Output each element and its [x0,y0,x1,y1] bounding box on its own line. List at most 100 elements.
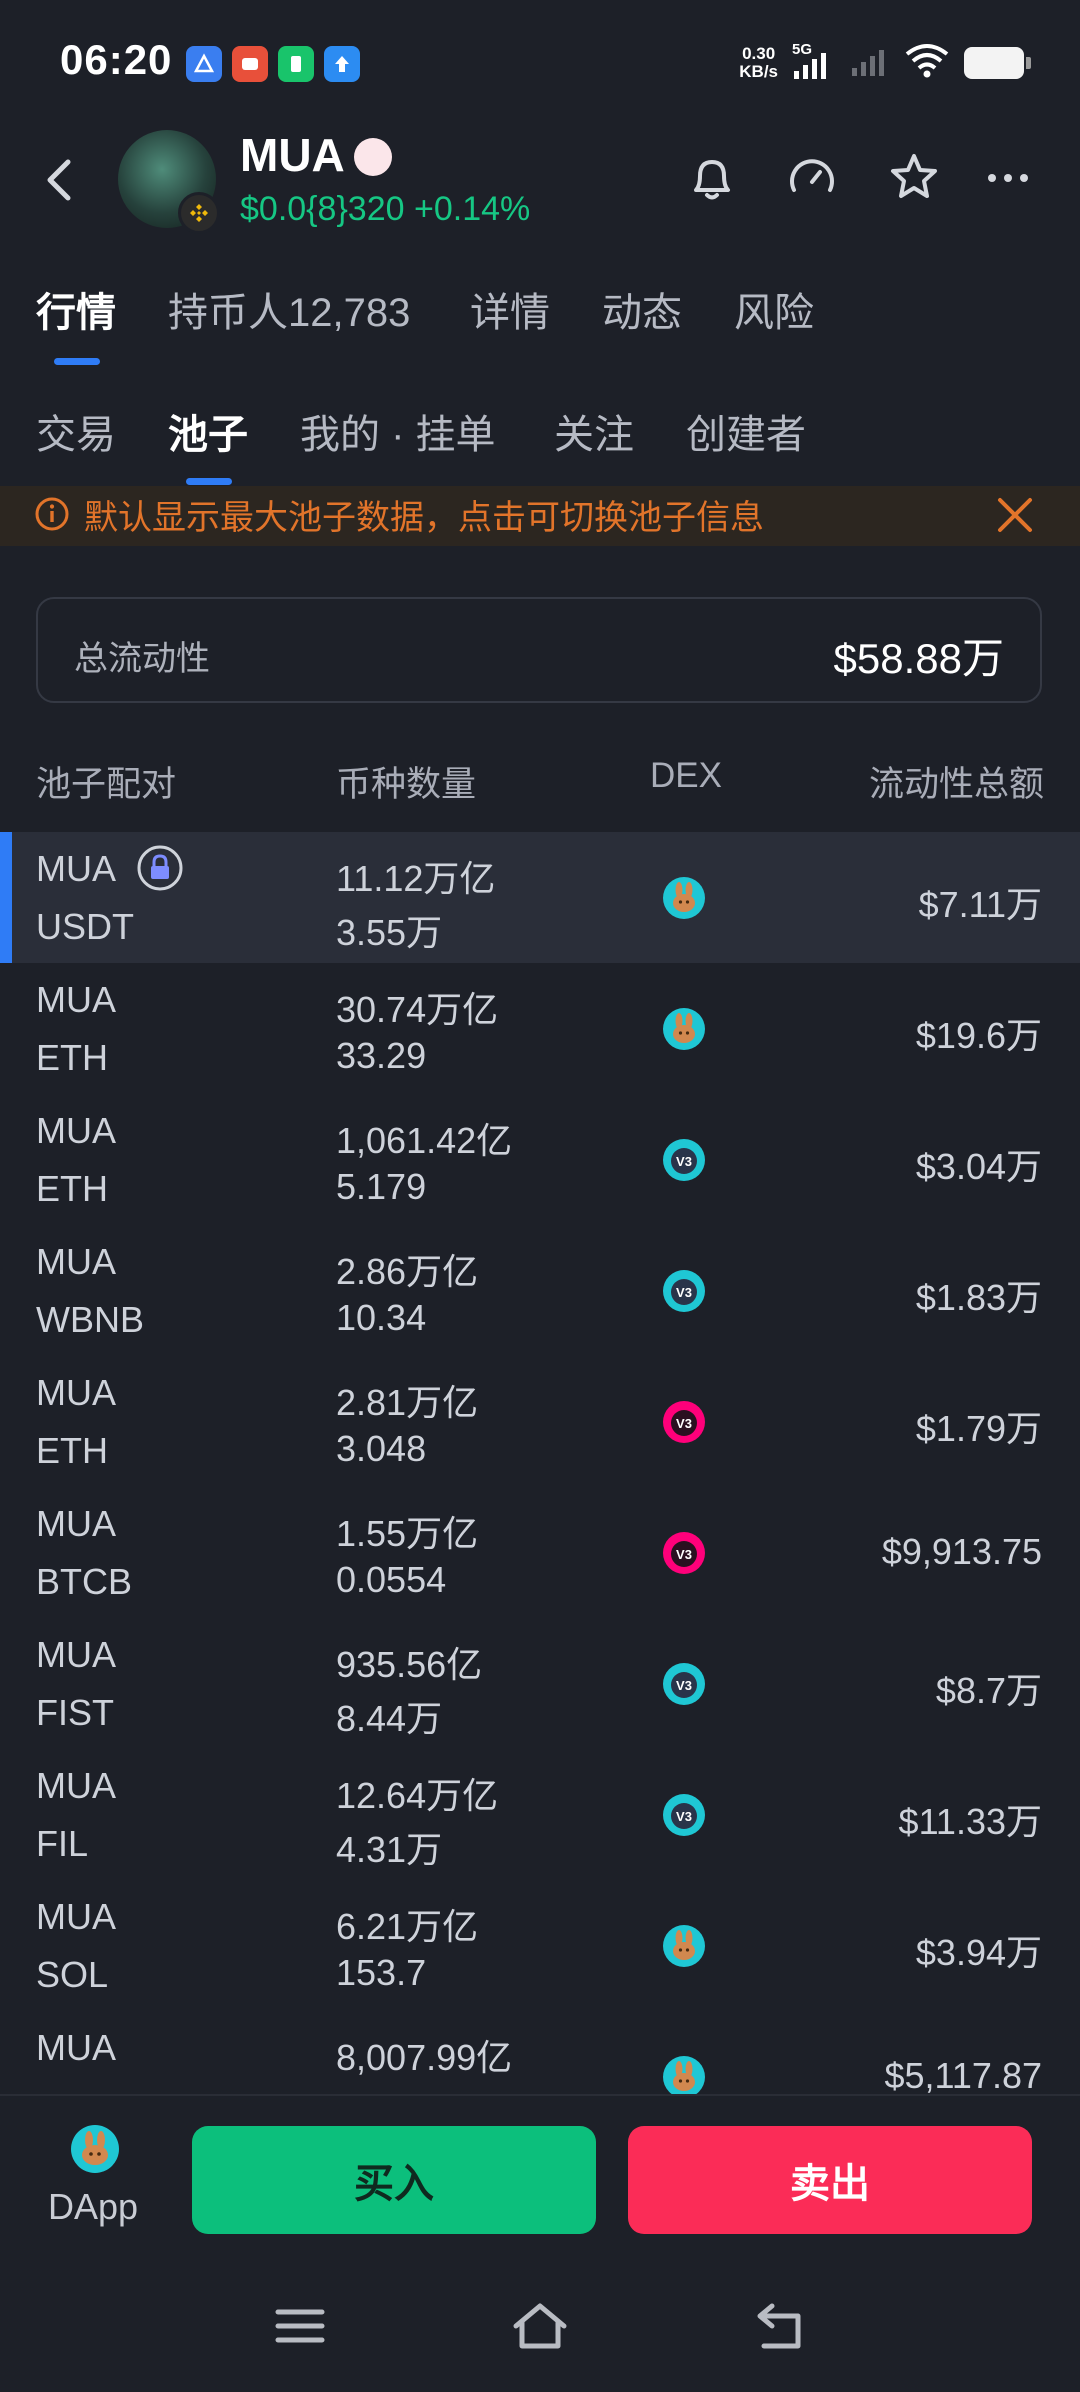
pool-table-body: MUA USDT 11.12万亿 3.55万 $7.11万 MUA ETH 30.74万亿 33… [0,832,1080,2094]
home-icon[interactable] [510,2298,570,2354]
close-icon[interactable] [994,494,1036,536]
table-row[interactable]: MUA SOL 6.21万亿 153.7 $3.94万 [0,1880,1080,2011]
pool-liquidity: $19.6万 [915,1015,1042,1056]
status-app-icons [186,46,360,82]
table-row[interactable]: MUA BTCB 1.55万亿 0.0554 V3 $9,913.75 [0,1487,1080,1618]
more-button[interactable] [978,148,1038,208]
header-dex: DEX [650,756,722,795]
pair-base: MUA [36,848,116,889]
sell-button[interactable]: 卖出 [628,2126,1032,2234]
pair-quote: ETH [36,1037,108,1078]
pair-base: MUA [36,1896,116,1937]
pair-base: MUA [36,1634,116,1675]
status-time: 06:20 [60,36,173,83]
pancake-icon [662,1007,706,1051]
net-speed-unit: KB/s [739,61,778,81]
pair-quote: USDT [36,906,134,947]
table-row[interactable]: MUA FIL 12.64万亿 4.31万 V3 $11.33万 [0,1749,1080,1880]
favorite-button[interactable] [884,148,944,208]
amount-quote: 3.55万 [336,912,443,953]
tab-details[interactable]: 详情 [470,280,550,338]
amount-base: 11.12万亿 [336,858,496,899]
table-row[interactable]: MUA ETH 2.81万亿 3.048 V3 $1.79万 [0,1356,1080,1487]
table-row[interactable]: MUA FIST 935.56亿 8.44万 V3 $8.7万 [0,1618,1080,1749]
tab-pools[interactable]: 池子 [168,402,248,460]
menu-icon[interactable] [270,2298,330,2354]
pair-quote: SOL [36,1954,109,1995]
table-row[interactable]: MUA ETH 1,061.42亿 5.179 V3 $3.04万 [0,1094,1080,1225]
header-liquidity: 流动性总额 [868,765,1044,804]
speed-alert-button[interactable] [782,148,842,208]
svg-text:V3: V3 [676,1285,692,1300]
amount-quote: 4.31万 [336,1829,443,1870]
active-tab-indicator [54,358,100,365]
pool-liquidity: $7.11万 [918,884,1042,925]
system-nav-bar [0,2262,1080,2392]
signal-secondary-icon [850,42,890,83]
tab-trade[interactable]: 交易 [36,402,116,460]
total-liquidity-label: 总流动性 [74,640,210,678]
table-row[interactable]: MUA ETH 30.74万亿 33.29 $19.6万 [0,963,1080,1094]
pool-liquidity: $9,913.75 [881,1531,1042,1572]
chevron-left-icon [47,159,71,201]
star-icon [891,154,937,198]
bell-button[interactable] [682,148,742,208]
table-row[interactable]: MUA USDT 11.12万亿 3.55万 $7.11万 [0,832,1080,963]
tab-follow[interactable]: 关注 [554,402,634,460]
buy-button[interactable]: 买入 [192,2126,596,2234]
total-liquidity-card: 总流动性 $58.88万 [36,597,1042,703]
header-amount: 币种数量 [336,765,477,804]
amount-quote: 3.048 [336,1428,427,1469]
amount-base: 935.56亿 [336,1644,483,1685]
pair-quote: BTCB [36,1561,133,1602]
pancake-icon [662,876,706,920]
tab-my-orders[interactable]: 我的 · 挂单 [300,402,496,460]
svg-text:V3: V3 [676,1416,692,1431]
pair-quote: ETH [36,1168,108,1209]
info-icon [35,497,69,531]
signal-icon: 5G [792,41,836,81]
back-button[interactable] [40,150,80,210]
pair-base: MUA [36,1241,116,1282]
bottom-action-bar: DApp 买入 卖出 [0,2094,1080,2264]
tab-market[interactable]: 行情 [36,280,116,338]
app-notification-icon [278,46,314,82]
token-price: $0.0{8}320 [240,190,405,228]
uniswap-v3-icon: V3 [662,1400,706,1444]
pool-liquidity: $3.94万 [915,1932,1042,1973]
dapp-label: DApp [48,2186,139,2227]
amount-base: 6.21万亿 [336,1906,479,1947]
amount-base: 1.55万亿 [336,1513,479,1554]
pancake-v3-icon: V3 [662,1793,706,1837]
pool-liquidity: $8.7万 [935,1670,1042,1711]
pair-base: MUA [36,1765,116,1806]
tab-risk[interactable]: 风险 [734,280,814,338]
amount-base: 8,007.99亿 [336,2037,513,2078]
svg-text:V3: V3 [676,1809,692,1824]
token-change: +0.14% [413,190,531,228]
sell-label: 卖出 [790,2162,870,2206]
bell-icon [694,160,730,200]
table-row[interactable]: MUA 8,007.99亿 $5,117.87 [0,2011,1080,2094]
notice-banner[interactable]: 默认显示最大池子数据，点击可切换池子信息 [0,486,1080,546]
pair-quote: ETH [36,1430,108,1471]
notice-text: 默认显示最大池子数据，点击可切换池子信息 [84,499,764,537]
tab-holders[interactable]: 持币人12,783 [168,280,410,338]
bnb-chain-icon [178,192,220,234]
amount-base: 12.64万亿 [336,1775,499,1816]
status-bar: 06:20 0.30 KB/s 5G [0,0,1080,120]
lock-icon[interactable] [136,844,184,892]
pool-liquidity: $3.04万 [915,1146,1042,1187]
table-row[interactable]: MUA WBNB 2.86万亿 10.34 V3 $1.83万 [0,1225,1080,1356]
tab-creator[interactable]: 创建者 [686,402,806,460]
net-speed-value: 0.30 [742,43,776,63]
back-nav-icon[interactable] [750,2298,810,2354]
secondary-tabs: 交易 池子 我的 · 挂单 关注 创建者 [0,392,1080,485]
svg-text:V3: V3 [676,1678,692,1693]
pair-quote: FIST [36,1692,114,1733]
tab-activity[interactable]: 动态 [602,280,682,338]
amount-base: 1,061.42亿 [336,1120,513,1161]
token-name: MUA [240,129,345,181]
pancake-icon [662,1924,706,1968]
pair-base: MUA [36,1110,116,1151]
